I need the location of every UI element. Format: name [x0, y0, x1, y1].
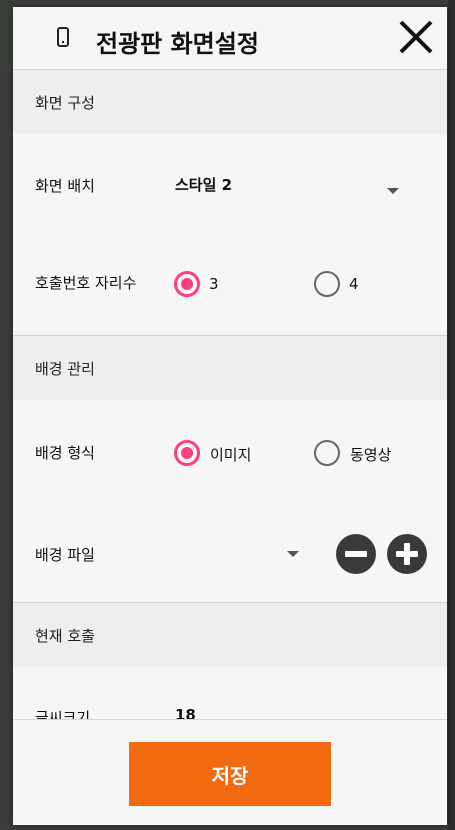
chevron-down-icon[interactable]: [387, 188, 399, 194]
section-title-background: 배경 관리: [35, 360, 95, 378]
close-icon[interactable]: [398, 19, 434, 55]
radio-image[interactable]: [174, 440, 200, 466]
section-header-screen: 화면 구성: [13, 70, 447, 134]
minus-icon: [345, 551, 367, 557]
radio-image-label: 이미지: [210, 446, 252, 464]
settings-dialog: 전광판 화면설정 화면 구성 화면 배치 스타일 2 호출번호 자리수 3 4 …: [13, 7, 447, 825]
section-title-current-call: 현재 호출: [35, 627, 95, 645]
plus-icon-v: [404, 543, 410, 565]
save-button[interactable]: 저장: [129, 742, 331, 806]
radio-digits-4[interactable]: [314, 271, 340, 297]
background-file-label: 배경 파일: [35, 546, 95, 564]
phone-icon: [57, 27, 69, 47]
section-header-background: 배경 관리: [13, 336, 447, 400]
layout-select[interactable]: 스타일 2: [175, 174, 232, 195]
radio-digits-3-label: 3: [209, 275, 219, 293]
radio-digits-4-label: 4: [349, 275, 359, 293]
background-edge: [448, 0, 455, 830]
radio-video[interactable]: [314, 440, 340, 466]
section-header-current-call: 현재 호출: [13, 603, 447, 667]
digits-label: 호출번호 자리수: [35, 274, 137, 292]
dialog-footer: 저장: [13, 719, 447, 825]
remove-file-button[interactable]: [336, 534, 376, 574]
chevron-down-icon[interactable]: [287, 551, 299, 557]
radio-video-label: 동영상: [350, 446, 392, 464]
dialog-titlebar: 전광판 화면설정: [13, 7, 447, 70]
section-title-screen: 화면 구성: [35, 94, 95, 112]
add-file-button[interactable]: [387, 534, 427, 574]
background-type-label: 배경 형식: [35, 444, 95, 462]
layout-label: 화면 배치: [35, 177, 95, 195]
radio-digits-3[interactable]: [174, 271, 200, 297]
dialog-title: 전광판 화면설정: [96, 30, 259, 58]
